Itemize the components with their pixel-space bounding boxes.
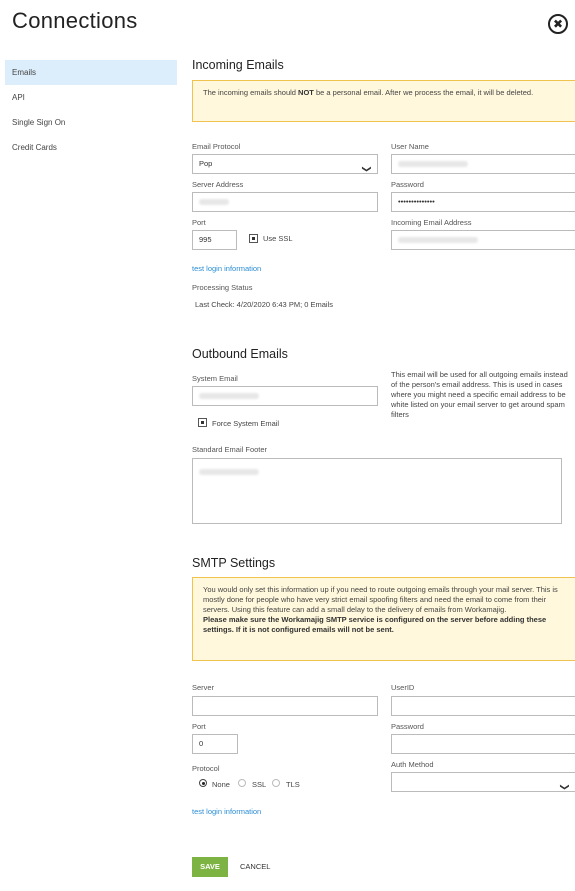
email-protocol-select[interactable]: Pop ❯ xyxy=(192,154,378,174)
smtp-userid-label: UserID xyxy=(391,683,415,692)
protocol-label: Protocol xyxy=(192,764,220,773)
email-footer-label: Standard Email Footer xyxy=(192,445,268,454)
use-ssl-checkbox[interactable] xyxy=(249,234,258,243)
sidebar-item-emails[interactable]: Emails xyxy=(5,60,177,85)
server-address-label: Server Address xyxy=(192,180,244,189)
port-input[interactable]: 995 xyxy=(192,230,237,250)
outbound-heading: Outbound Emails xyxy=(192,347,288,361)
smtp-note-text: You would only set this information up i… xyxy=(203,585,558,614)
save-button[interactable]: SAVE xyxy=(192,857,228,877)
protocol-ssl-label: SSL xyxy=(252,780,267,789)
user-name-label: User Name xyxy=(391,142,429,151)
auth-method-select[interactable]: ❯ xyxy=(391,772,575,792)
incoming-heading: Incoming Emails xyxy=(192,58,284,72)
use-ssl-label: Use SSL xyxy=(263,234,293,243)
smtp-userid-input[interactable] xyxy=(391,696,575,716)
cancel-button[interactable]: CANCEL xyxy=(240,857,270,877)
smtp-test-login-link[interactable]: test login information xyxy=(192,807,261,816)
incoming-note-prefix: The incoming emails should xyxy=(203,88,299,97)
system-email-help: This email will be used for all outgoing… xyxy=(391,370,568,419)
password-label: Password xyxy=(391,180,424,189)
smtp-note: You would only set this information up i… xyxy=(192,577,575,661)
protocol-tls-radio[interactable] xyxy=(272,779,280,787)
system-email-input[interactable] xyxy=(192,386,378,406)
smtp-password-label: Password xyxy=(391,722,424,731)
system-email-label: System Email xyxy=(192,374,238,383)
chevron-down-icon: ❯ xyxy=(362,165,373,173)
smtp-password-input[interactable] xyxy=(391,734,575,754)
page-title: Connections xyxy=(12,8,138,33)
protocol-ssl-radio[interactable] xyxy=(238,779,246,787)
smtp-heading: SMTP Settings xyxy=(192,556,276,570)
email-footer-textarea[interactable] xyxy=(192,458,562,524)
user-name-input[interactable] xyxy=(391,154,575,174)
sidebar-item-credit-cards[interactable]: Credit Cards xyxy=(5,135,177,160)
port-label: Port xyxy=(192,218,206,227)
test-login-link[interactable]: test login information xyxy=(192,264,261,273)
server-address-input[interactable] xyxy=(192,192,378,212)
chevron-down-icon: ❯ xyxy=(560,783,571,791)
incoming-note-suffix: be a personal email. After we process th… xyxy=(313,88,534,97)
password-input[interactable]: •••••••••••••• xyxy=(391,192,575,212)
processing-status-label: Processing Status xyxy=(192,283,253,292)
smtp-note-bold: Please make sure the Workamajig SMTP ser… xyxy=(203,615,547,634)
incoming-note: The incoming emails should NOT be a pers… xyxy=(192,80,575,122)
close-icon[interactable]: ✖ xyxy=(548,14,568,34)
port-value: 995 xyxy=(199,235,212,244)
incoming-address-label: Incoming Email Address xyxy=(391,218,472,227)
smtp-port-value: 0 xyxy=(199,739,204,748)
password-value: •••••••••••••• xyxy=(398,197,435,206)
sidebar: Emails API Single Sign On Credit Cards xyxy=(5,60,177,160)
sidebar-item-single-sign-on[interactable]: Single Sign On xyxy=(5,110,177,135)
smtp-port-input[interactable]: 0 xyxy=(192,734,238,754)
sidebar-item-api[interactable]: API xyxy=(5,85,177,110)
force-system-email-checkbox[interactable] xyxy=(198,418,207,427)
incoming-note-bold: NOT xyxy=(298,88,314,97)
auth-method-label: Auth Method xyxy=(391,760,434,769)
smtp-server-label: Server xyxy=(192,683,215,692)
smtp-port-label: Port xyxy=(192,722,206,731)
protocol-none-radio[interactable] xyxy=(199,779,207,787)
incoming-address-input[interactable] xyxy=(391,230,575,250)
smtp-server-input[interactable] xyxy=(192,696,378,716)
protocol-tls-label: TLS xyxy=(286,780,300,789)
email-protocol-label: Email Protocol xyxy=(192,142,241,151)
force-system-email-label: Force System Email xyxy=(212,419,280,428)
last-check-text: Last Check: 4/20/2020 6:43 PM; 0 Emails xyxy=(195,300,333,309)
email-protocol-value: Pop xyxy=(199,159,213,168)
protocol-none-label: None xyxy=(212,780,230,789)
